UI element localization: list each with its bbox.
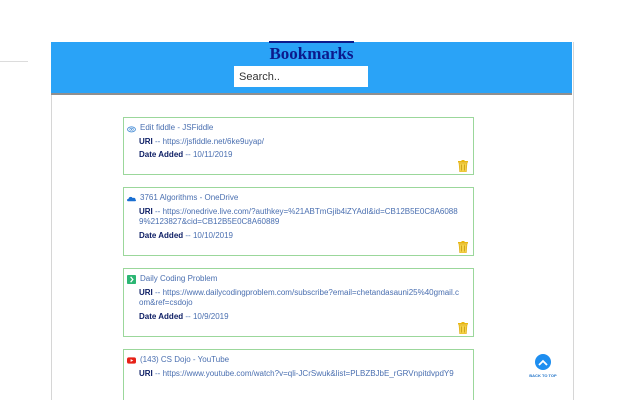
bookmark-title-link[interactable]: 3761 Algorithms - OneDrive <box>127 193 238 203</box>
background-divider <box>0 61 28 62</box>
uri-row: URI -- https://jsfiddle.net/6ke9uyap/ <box>139 137 264 147</box>
bookmarks-panel[interactable]: Edit fiddle - JSFiddle URI -- https://js… <box>51 42 574 400</box>
page-title-text: Bookmarks <box>269 41 354 63</box>
search-input[interactable] <box>234 66 368 87</box>
bookmark-title-link[interactable]: Daily Coding Problem <box>127 274 217 284</box>
bookmark-card: Edit fiddle - JSFiddle URI -- https://js… <box>123 117 474 175</box>
viewport: Edit fiddle - JSFiddle URI -- https://js… <box>0 0 640 400</box>
date-added-label: Date Added <box>139 231 184 240</box>
separator: -- <box>155 207 161 216</box>
bookmark-title: Edit fiddle - JSFiddle <box>140 123 214 132</box>
uri-label: URI <box>139 137 153 146</box>
uri-link[interactable]: https://jsfiddle.net/6ke9uyap/ <box>163 137 264 146</box>
separator: -- <box>155 369 161 378</box>
trash-icon[interactable] <box>458 241 468 253</box>
separator: -- <box>185 150 191 159</box>
uri-label: URI <box>139 288 153 297</box>
chevron-up-icon <box>535 354 551 370</box>
separator: -- <box>155 137 161 146</box>
onedrive-cloud-icon <box>127 196 136 201</box>
uri-link[interactable]: https://onedrive.live.com/?authkey=%21AB… <box>139 207 458 226</box>
date-added-label: Date Added <box>139 312 184 321</box>
date-row: Date Added -- 10/10/2019 <box>139 231 233 241</box>
uri-row: URI -- https://www.youtube.com/watch?v=q… <box>139 369 461 379</box>
jsfiddle-cloud-icon <box>127 125 136 132</box>
uri-link[interactable]: https://www.youtube.com/watch?v=qli-JCrS… <box>163 369 454 378</box>
bookmark-card: (143) CS Dojo - YouTube URI -- https://w… <box>123 349 474 400</box>
bookmark-title: Daily Coding Problem <box>140 274 218 283</box>
date-added-value: 10/9/2019 <box>192 312 229 321</box>
date-row: Date Added -- 10/11/2019 <box>139 150 232 160</box>
separator: -- <box>185 231 191 240</box>
bookmark-title: 3761 Algorithms - OneDrive <box>140 193 239 202</box>
bookmark-card: Daily Coding Problem URI -- https://www.… <box>123 268 474 337</box>
separator: -- <box>155 288 161 297</box>
uri-row: URI -- https://www.dailycodingproblem.co… <box>139 288 461 308</box>
page-title: Bookmarks <box>51 41 572 64</box>
bookmark-title-link[interactable]: Edit fiddle - JSFiddle <box>127 123 213 133</box>
uri-link[interactable]: https://www.dailycodingproblem.com/subsc… <box>139 288 459 307</box>
bookmark-title-link[interactable]: (143) CS Dojo - YouTube <box>127 355 229 365</box>
uri-row: URI -- https://onedrive.live.com/?authke… <box>139 207 461 227</box>
back-to-top-label: BACK TO TOP <box>529 373 557 378</box>
youtube-icon <box>127 356 136 364</box>
bookmark-card: 3761 Algorithms - OneDrive URI -- https:… <box>123 187 474 256</box>
date-added-label: Date Added <box>139 150 184 159</box>
header-bar: Bookmarks <box>51 41 572 95</box>
date-row: Date Added -- 10/9/2019 <box>139 312 229 322</box>
trash-icon[interactable] <box>458 160 468 172</box>
trash-icon[interactable] <box>458 322 468 334</box>
date-added-value: 10/10/2019 <box>192 231 233 240</box>
bookmark-title: (143) CS Dojo - YouTube <box>140 355 230 364</box>
daily-coding-problem-icon <box>127 274 136 284</box>
separator: -- <box>185 312 191 321</box>
back-to-top-button[interactable]: BACK TO TOP <box>526 354 560 378</box>
uri-label: URI <box>139 369 153 378</box>
uri-label: URI <box>139 207 153 216</box>
date-added-value: 10/11/2019 <box>192 150 233 159</box>
